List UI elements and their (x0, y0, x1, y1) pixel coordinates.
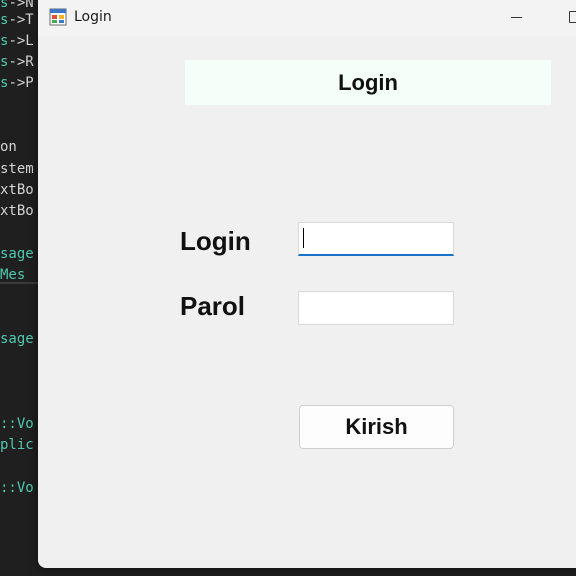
submit-button[interactable]: Kirish (299, 405, 454, 449)
code-line: sage (0, 331, 34, 347)
background-code-editor: s->N s->T s->L s->R s->P on stem xtBo xt… (0, 0, 40, 576)
code-line: s->P (0, 75, 34, 91)
code-line: s->R (0, 54, 34, 70)
code-line: xtBo (0, 203, 34, 219)
winforms-app-icon (49, 8, 67, 26)
code-line: plic (0, 437, 34, 453)
password-label: Parol (180, 291, 246, 321)
password-input[interactable] (298, 291, 454, 325)
code-line: xtBo (0, 182, 34, 198)
form-header-title: Login (338, 69, 398, 95)
window-title: Login (74, 9, 112, 25)
login-input[interactable] (298, 222, 454, 256)
code-line: s->T (0, 12, 34, 28)
form-header-panel: Login (185, 60, 551, 105)
minimize-icon[interactable] (498, 0, 538, 36)
code-line: s->L (0, 33, 34, 49)
code-line: on (0, 139, 17, 155)
text-caret (303, 228, 304, 248)
title-bar[interactable]: Login (38, 0, 576, 36)
login-window: Login Login Login Parol Kirish (38, 0, 576, 568)
code-line: ::Vo (0, 416, 34, 432)
code-line: stem (0, 161, 34, 177)
code-line: ::Vo (0, 480, 34, 496)
login-label: Login (180, 226, 251, 256)
editor-divider (0, 282, 40, 284)
code-line: sage (0, 246, 34, 262)
maximize-icon[interactable] (556, 0, 576, 36)
